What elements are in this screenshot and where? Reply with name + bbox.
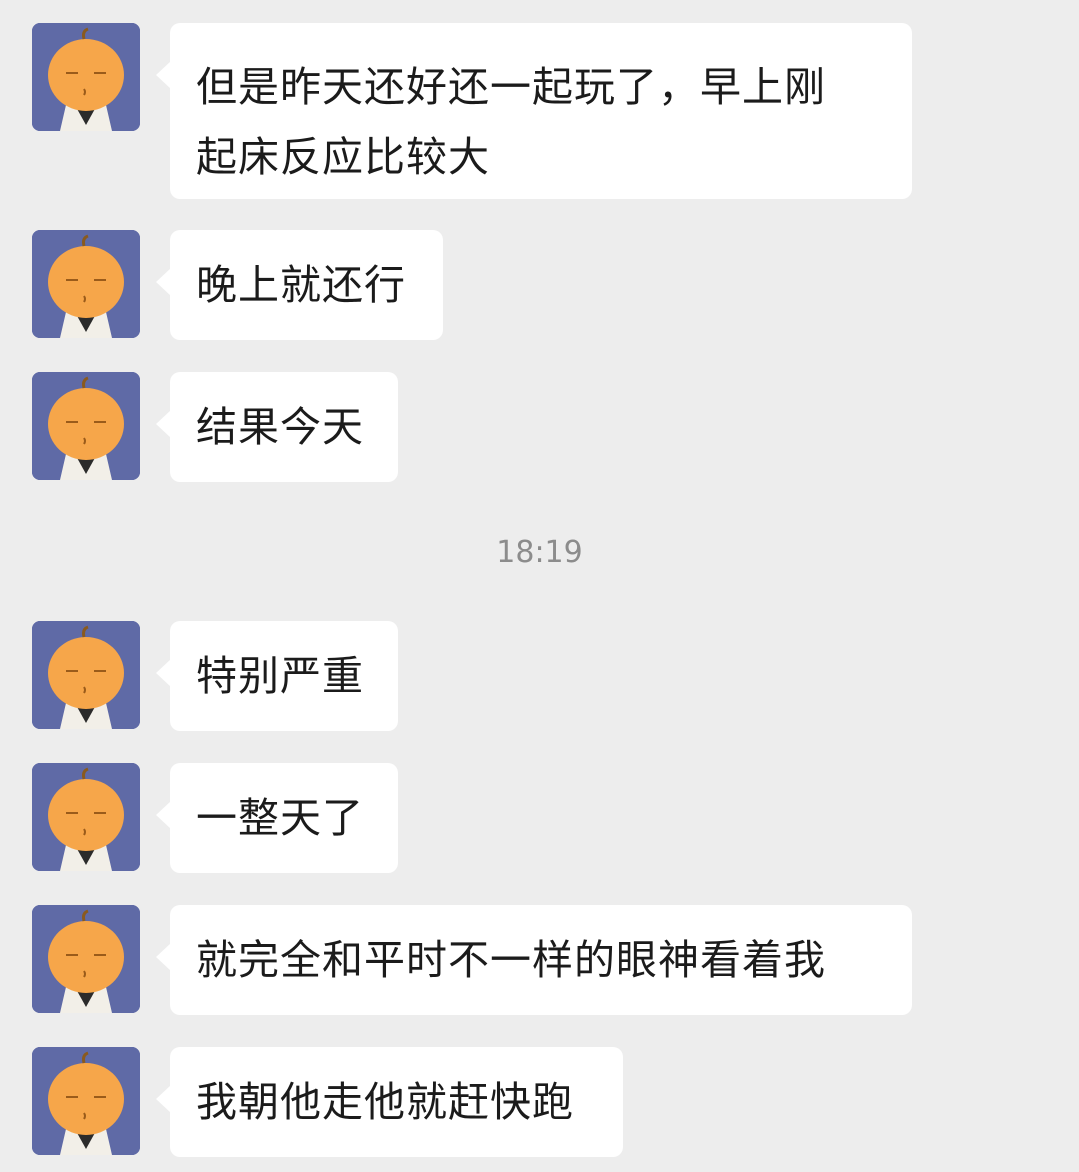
- message-bubble[interactable]: 晚上就还行: [156, 230, 443, 340]
- message-row: 我朝他走他就赶快跑: [0, 1047, 1079, 1157]
- message-bubble[interactable]: 特别严重: [156, 621, 398, 731]
- message-row: 晚上就还行: [0, 230, 1079, 340]
- avatar[interactable]: [32, 905, 140, 1013]
- message-timestamp: 18:19: [496, 535, 583, 570]
- message-bubble[interactable]: 一整天了: [156, 763, 398, 873]
- avatar[interactable]: [32, 372, 140, 480]
- chat-window: 但是昨天还好还一起玩了，早上刚 起床反应比较大 晚上就还行 结果今天 18:19…: [0, 0, 1079, 1172]
- message-bubble[interactable]: 就完全和平时不一样的眼神看着我: [156, 905, 912, 1015]
- message-bubble[interactable]: 结果今天: [156, 372, 398, 482]
- avatar[interactable]: [32, 23, 140, 131]
- message-bubble[interactable]: 我朝他走他就赶快跑: [156, 1047, 623, 1157]
- message-bubble[interactable]: 但是昨天还好还一起玩了，早上刚 起床反应比较大: [156, 23, 912, 199]
- avatar[interactable]: [32, 763, 140, 871]
- pumpkin-head-avatar-icon: [32, 1047, 140, 1155]
- pumpkin-head-avatar-icon: [32, 621, 140, 729]
- message-row: 一整天了: [0, 763, 1079, 873]
- pumpkin-head-avatar-icon: [32, 763, 140, 871]
- pumpkin-head-avatar-icon: [32, 23, 140, 131]
- avatar[interactable]: [32, 621, 140, 729]
- message-row: 但是昨天还好还一起玩了，早上刚 起床反应比较大: [0, 23, 1079, 199]
- pumpkin-head-avatar-icon: [32, 372, 140, 480]
- pumpkin-head-avatar-icon: [32, 905, 140, 1013]
- avatar[interactable]: [32, 1047, 140, 1155]
- message-row: 特别严重: [0, 621, 1079, 731]
- pumpkin-head-avatar-icon: [32, 230, 140, 338]
- avatar[interactable]: [32, 230, 140, 338]
- message-row: 结果今天: [0, 372, 1079, 482]
- message-row: 就完全和平时不一样的眼神看着我: [0, 905, 1079, 1015]
